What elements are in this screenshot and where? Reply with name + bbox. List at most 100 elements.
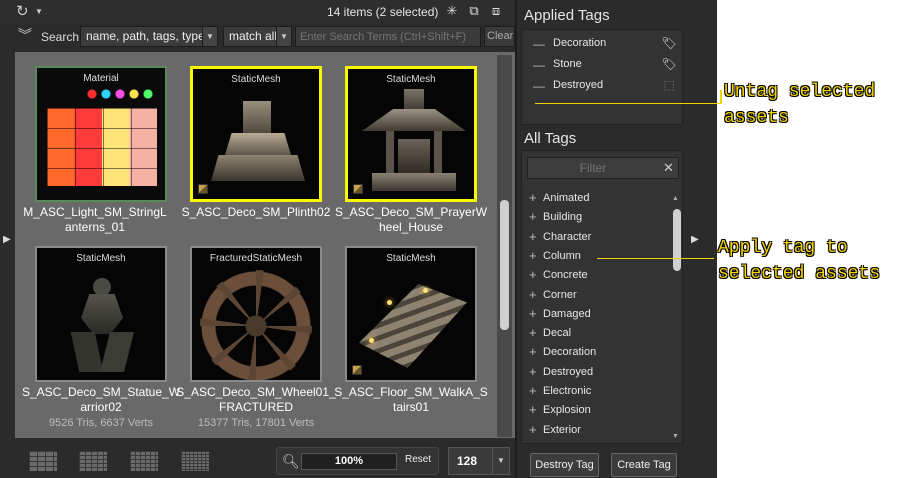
expand-right-panel-icon[interactable]: ▶ [691, 234, 699, 245]
tags-panel: Applied Tags — Decoration 🏷︎ — Stone 🏷︎ … [515, 0, 703, 478]
apply-callout-leader [597, 258, 714, 259]
expand-left-panel-icon[interactable]: ▶ [3, 234, 11, 245]
untag-icon[interactable]: — [533, 58, 545, 72]
asset-type-label: StaticMesh [386, 74, 436, 85]
apply-tag-icon[interactable]: + [529, 230, 537, 243]
destroy-tag-button[interactable]: Destroy Tag [530, 453, 599, 477]
asset-thumbnail: StaticMesh [35, 246, 167, 382]
applied-tag-row[interactable]: — Stone 🏷︎ [522, 55, 682, 73]
sync-button[interactable]: ↻ ▼ [16, 3, 46, 21]
apply-tag-icon[interactable]: + [529, 365, 537, 378]
view-small-grid-button[interactable] [129, 450, 159, 472]
zoom-slider[interactable]: 100% [301, 453, 397, 470]
magnifier-icon: 🔍︎ [282, 453, 300, 469]
search-scope-dropdown[interactable]: name, path, tags, type ▼ [80, 26, 218, 47]
asset-grid: Material M_ASC_Light_SM_StringLanterns_0… [15, 52, 515, 438]
lantern-string [85, 86, 155, 102]
asset-tile[interactable]: Material M_ASC_Light_SM_StringLanterns_0… [15, 52, 173, 242]
asset-name: S_ASC_Deco_SM_Statue_Warrior02 [21, 385, 181, 414]
untag-callout-leader [535, 103, 721, 104]
search-scope-value: name, path, tags, type [86, 29, 205, 43]
tag-row[interactable]: + Explosion [522, 401, 672, 420]
thumbnail-size-dropdown[interactable]: 128 ▼ [448, 447, 510, 475]
tag-row[interactable]: + Column [522, 247, 672, 266]
browser-bottom-bar: 🔍︎ 100% Reset 128 ▼ [0, 438, 515, 478]
asset-thumbnail-corner-icon [352, 365, 362, 375]
create-tag-button[interactable]: Create Tag [611, 453, 677, 477]
asset-tile[interactable]: StaticMesh S_ASC_Deco_SM_Statue_Warrior0… [15, 232, 180, 429]
tag-filter-input[interactable] [527, 157, 679, 179]
applied-tags-list: — Decoration 🏷︎ — Stone 🏷︎ — Destroyed ⬚ [521, 29, 683, 125]
apply-tag-icon[interactable]: + [529, 403, 537, 416]
scroll-up-icon[interactable]: ▲ [672, 195, 679, 202]
apply-tag-icon[interactable]: + [529, 307, 537, 320]
asset-tile[interactable]: StaticMesh S_ASC_Deco_SM_Plinth02 [170, 52, 330, 242]
view-medium-grid-button[interactable] [78, 450, 108, 472]
tag-label: Corner [543, 288, 577, 301]
tag-row[interactable]: + Destroyed [522, 363, 672, 382]
asset-thumbnail: FracturedStaticMesh [190, 246, 322, 382]
applied-tag-row[interactable]: — Decoration 🏷︎ [522, 34, 682, 52]
apply-tag-icon[interactable]: + [529, 210, 537, 223]
panel-gutter [703, 0, 717, 478]
tag-row[interactable]: + Exterior [522, 421, 672, 440]
tag-row[interactable]: + Damaged [522, 305, 672, 324]
chevron-down-icon: ▼ [202, 27, 217, 46]
apply-tag-icon[interactable]: + [529, 191, 537, 204]
asset-type-label: StaticMesh [76, 253, 126, 264]
asset-stats: 9526 Tris, 6637 Verts [49, 417, 153, 429]
tag-row[interactable]: + Character [522, 228, 672, 247]
apply-tag-icon[interactable]: + [529, 384, 537, 397]
content-browser: ↻ ▼ 14 items (2 selected) ✳ ⧉ ⧈ ︾ Search … [0, 0, 515, 478]
asset-thumbnail-corner-icon [198, 184, 208, 194]
applied-tag-row[interactable]: — Destroyed ⬚ [522, 76, 682, 94]
tag-label: Exterior [543, 423, 581, 436]
apply-tag-icon[interactable]: + [529, 288, 537, 301]
apply-tag-icon[interactable]: + [529, 423, 537, 436]
clear-search-button[interactable]: Clear [484, 26, 515, 47]
tag-row[interactable]: + Electronic [522, 382, 672, 401]
tag-row[interactable]: + Building [522, 208, 672, 227]
scroll-down-icon[interactable]: ▼ [672, 433, 679, 440]
search-label: Search [41, 30, 80, 44]
tag-row[interactable]: + Corner [522, 286, 672, 305]
zoom-reset-button[interactable]: Reset [405, 454, 431, 465]
untag-icon[interactable]: — [533, 79, 545, 93]
asset-tile[interactable]: FracturedStaticMesh S_ASC_Deco_SM_Wheel0… [170, 232, 336, 429]
view-list-button[interactable] [180, 450, 210, 472]
tag-label: Building [543, 211, 583, 224]
collection-view-icon[interactable]: ⧉ [466, 3, 482, 19]
asset-name: S_ASC_Deco_SM_Wheel01_FRACTURED [176, 385, 336, 414]
apply-tag-icon[interactable]: + [529, 249, 537, 262]
tag-row[interactable]: + Decal [522, 324, 672, 343]
tag-partial-icon: ⬚ [663, 78, 675, 92]
match-mode-value: match all [229, 29, 278, 43]
apply-tag-icon[interactable]: + [529, 326, 537, 339]
tag-list-scrollbar-thumb[interactable] [673, 209, 681, 271]
untag-callout: Untag selected assets [724, 82, 876, 128]
new-collection-icon[interactable]: ✳ [444, 3, 460, 19]
match-mode-dropdown[interactable]: match all ▼ [223, 26, 292, 47]
apply-tag-icon[interactable]: + [529, 268, 537, 281]
tag-row[interactable]: + Decoration [522, 343, 672, 362]
close-icon[interactable]: ✕ [663, 161, 674, 174]
tag-row[interactable]: + Animated [522, 189, 672, 208]
tag-view-icon[interactable]: ⧈ [488, 3, 504, 19]
collapse-filters-icon[interactable]: ︾ [18, 27, 32, 43]
apply-tag-icon[interactable]: + [529, 345, 537, 358]
untag-icon[interactable]: — [533, 37, 545, 51]
search-input[interactable] [295, 26, 481, 47]
asset-thumbnail: StaticMesh [345, 246, 477, 382]
asset-name: M_ASC_Light_SM_StringLanterns_01 [23, 205, 167, 234]
asset-tile[interactable]: StaticMesh S_ASC_Floor_SM_WalkA_Stairs01 [325, 232, 488, 422]
tag-row[interactable]: + Concrete [522, 266, 672, 285]
asset-tile[interactable]: StaticMesh S_ASC_Deco_SM_PrayerWheel_Hou… [325, 52, 487, 242]
chevron-down-icon: ▼ [276, 27, 291, 46]
grid-scrollbar-thumb[interactable] [500, 200, 509, 330]
tag-label: Electronic [543, 385, 592, 397]
chevron-down-icon: ▼ [492, 448, 509, 474]
view-large-grid-button[interactable] [28, 450, 58, 472]
asset-type-label: FracturedStaticMesh [209, 253, 303, 264]
tag-label: Decal [543, 327, 572, 340]
asset-type-label: Material [83, 73, 119, 84]
